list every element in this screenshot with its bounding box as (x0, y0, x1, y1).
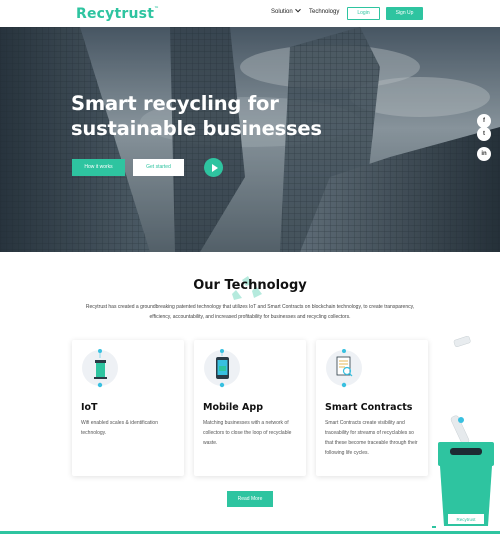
hero-title: Smart recycling for sustainable business… (71, 92, 322, 140)
card-title: IoT (81, 402, 98, 413)
card-iot: IoT Wifi enabled scales & identification… (72, 340, 184, 476)
signup-button[interactable]: Sign Up (386, 7, 423, 20)
play-video-button[interactable] (204, 158, 223, 177)
login-button[interactable]: Login (347, 7, 380, 20)
section-title: Our Technology (193, 278, 307, 293)
get-started-button[interactable]: Get started (133, 159, 184, 176)
facebook-icon[interactable]: f (477, 114, 491, 128)
card-smart-contracts: Smart Contracts Smart Contracts create v… (316, 340, 428, 476)
card-mobile-app: Mobile App Matching businesses with a ne… (194, 340, 306, 476)
card-title: Smart Contracts (325, 402, 413, 413)
logo[interactable]: Recytrust™ (76, 6, 159, 22)
nav-solution-dropdown[interactable]: Solution (271, 6, 301, 15)
linkedin-icon[interactable]: in (477, 147, 491, 161)
nav-technology-link[interactable]: Technology (309, 9, 339, 15)
twitter-icon[interactable]: t (477, 127, 491, 141)
section-description: Recytrust has created a groundbreaking p… (85, 304, 415, 320)
contract-icon (336, 349, 353, 388)
card-text: Smart Contracts create visibility and tr… (325, 420, 418, 456)
page: Recytrust™ Solution Technology Login Sig… (0, 0, 500, 534)
top-nav: Recytrust™ Solution Technology Login Sig… (0, 0, 500, 27)
hero-section: Smart recycling for sustainable business… (0, 27, 500, 252)
card-text: Wifi enabled scales & identification tec… (81, 420, 158, 436)
recycle-bin-illustration: Recytrust (432, 335, 494, 528)
smartphone-icon (216, 349, 229, 388)
read-more-button[interactable]: Read More (227, 491, 273, 507)
card-title: Mobile App (203, 402, 263, 413)
bin-label: Recytrust (456, 517, 476, 522)
card-text: Matching businesses with a network of co… (203, 420, 292, 446)
chevron-down-icon (294, 6, 301, 13)
how-it-works-button[interactable]: How it works (72, 159, 125, 176)
smart-bin-icon (94, 349, 107, 388)
